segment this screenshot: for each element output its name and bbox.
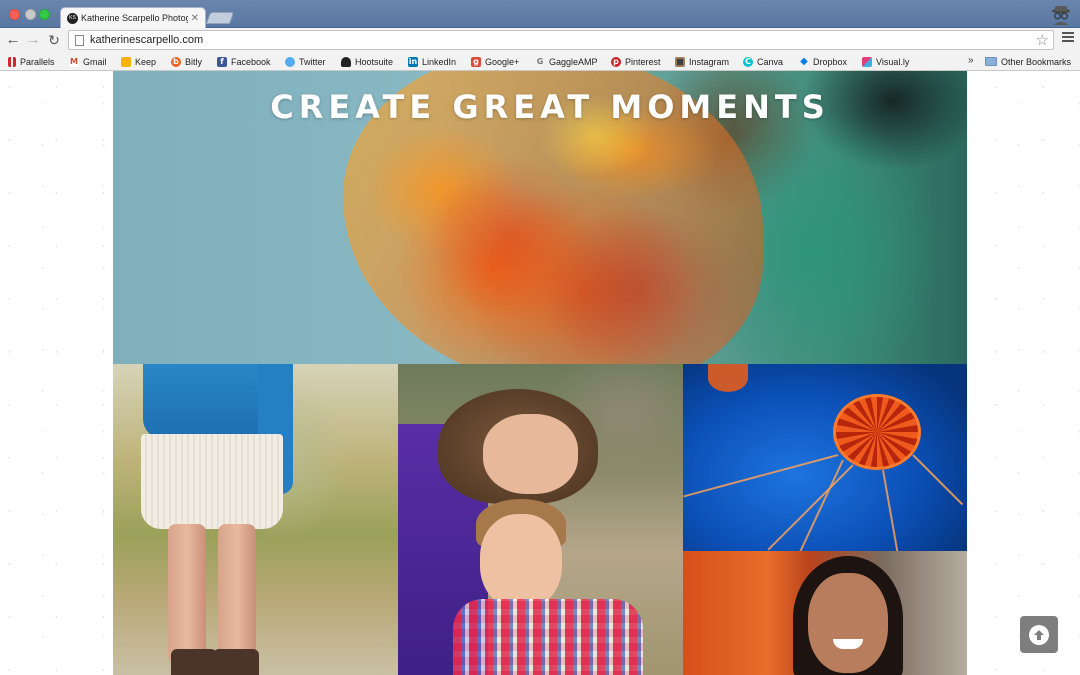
bookmark-facebook[interactable]: f Facebook [217, 55, 271, 68]
dropbox-icon: ◆ [800, 55, 808, 67]
left-leg-shape [168, 524, 206, 664]
other-bookmarks-label: Other Bookmarks [1001, 56, 1072, 67]
other-bookmarks-folder[interactable]: Other Bookmarks [985, 55, 1071, 68]
bookmark-gmail[interactable]: M Gmail [69, 55, 107, 68]
page-icon [75, 35, 84, 46]
bookmark-label: Visual.ly [876, 56, 910, 67]
bookmark-pinterest[interactable]: p Pinterest [611, 55, 661, 68]
bookmarks-bar: Parallels M Gmail Keep b Bitly f Faceboo… [0, 52, 1080, 71]
twitter-icon [285, 56, 295, 67]
boy-face-shape [480, 514, 562, 609]
googleplus-icon: g [471, 56, 481, 67]
smiling-woman-photo[interactable] [683, 551, 967, 675]
reload-icon[interactable]: ↻ [46, 32, 62, 48]
tentacle-shape [912, 454, 964, 506]
address-bar[interactable]: katherinescarpello.com ☆ [68, 30, 1054, 50]
bookmark-instagram[interactable]: Instagram [675, 55, 729, 68]
lace-skirt-shape [141, 434, 283, 529]
new-tab-button[interactable] [205, 12, 235, 24]
bookmarks-overflow-chevron-icon[interactable]: » [968, 55, 974, 66]
left-boot-shape [171, 649, 217, 675]
tentacle-shape [882, 469, 900, 551]
chrome-menu-icon[interactable] [1062, 32, 1074, 48]
close-window-button[interactable] [9, 9, 20, 20]
facebook-icon: f [217, 56, 227, 67]
bookmark-label: Google+ [485, 56, 520, 67]
incognito-profile-icon[interactable] [1050, 4, 1072, 26]
instagram-icon [675, 56, 685, 67]
tab-close-icon[interactable]: ✕ [191, 13, 199, 24]
active-tab[interactable]: KS Katherine Scarpello Photography ✕ [60, 7, 206, 28]
bookmark-label: Gmail [83, 56, 107, 67]
bookmark-label: LinkedIn [422, 56, 457, 67]
hootsuite-icon [341, 56, 351, 67]
tab-title: Katherine Scarpello Photography [81, 13, 188, 23]
minimize-window-button[interactable] [25, 9, 36, 20]
canva-icon: C [743, 56, 753, 67]
bookmark-label: Pinterest [625, 56, 661, 67]
bookmark-hootsuite[interactable]: Hootsuite [341, 55, 393, 68]
bookmark-googleplus[interactable]: g Google+ [471, 55, 519, 68]
linkedin-icon: in [408, 56, 418, 67]
bookmark-visually[interactable]: Visual.ly [862, 55, 909, 68]
zoom-window-button[interactable] [39, 9, 50, 20]
tentacle-shape [683, 454, 839, 498]
girl-face-shape [483, 414, 578, 494]
bookmark-label: GaggleAMP [549, 56, 598, 67]
pinterest-icon: p [611, 56, 621, 67]
bookmark-parallels[interactable]: Parallels [8, 55, 55, 68]
bookmark-label: Bitly [185, 56, 203, 67]
bookmark-label: Keep [135, 56, 157, 67]
bookmark-linkedin[interactable]: in LinkedIn [408, 55, 456, 68]
bookmark-label: Dropbox [813, 56, 848, 67]
bookmark-canva[interactable]: C Canva [743, 55, 783, 68]
parallels-icon [8, 56, 16, 67]
bitly-icon: b [171, 56, 181, 67]
site-favicon-icon: KS [67, 12, 78, 24]
visually-icon [862, 56, 872, 67]
back-arrow-icon[interactable]: ← [5, 32, 21, 48]
gaggleamp-icon: G [536, 56, 544, 66]
bookmark-twitter[interactable]: Twitter [285, 55, 326, 68]
right-boot-shape [213, 649, 259, 675]
keep-icon [121, 56, 131, 67]
bookmark-gaggleamp[interactable]: G GaggleAMP [535, 55, 598, 68]
forward-arrow-icon[interactable]: → [25, 32, 41, 48]
small-jellyfish-shape [708, 364, 748, 392]
browser-titlebar: KS Katherine Scarpello Photography ✕ [0, 0, 1080, 28]
browser-toolbar: ← → ↻ katherinescarpello.com ☆ [0, 28, 1080, 52]
girl-in-skirt-photo[interactable] [113, 364, 398, 675]
bookmark-label: Instagram [689, 56, 730, 67]
bookmark-label: Hootsuite [355, 56, 394, 67]
plaid-shirt-shape [453, 599, 643, 675]
bookmark-label: Parallels [20, 56, 55, 67]
right-leg-shape [218, 524, 256, 664]
url-text[interactable]: katherinescarpello.com [90, 34, 203, 46]
bookmark-dropbox[interactable]: ◆ Dropbox [799, 55, 847, 68]
folder-icon [985, 57, 997, 66]
bookmark-keep[interactable]: Keep [121, 55, 156, 68]
tentacle-shape [767, 464, 854, 551]
bookmark-label: Twitter [299, 56, 326, 67]
arrow-up-circle-icon [1029, 624, 1049, 645]
woman-face-shape [808, 573, 888, 673]
hero-title: CREATE GREAT MOMENTS [270, 88, 830, 126]
jellyfish-bell-shape [833, 394, 921, 470]
jellyfish-photo[interactable] [683, 364, 967, 551]
gmail-icon: M [69, 56, 79, 67]
scroll-to-top-button[interactable] [1020, 616, 1058, 653]
bookmark-label: Facebook [231, 56, 271, 67]
hero-banner-photo: CREATE GREAT MOMENTS [113, 71, 967, 364]
siblings-portrait-photo[interactable] [398, 364, 683, 675]
bookmark-bitly[interactable]: b Bitly [171, 55, 202, 68]
bookmark-star-icon[interactable]: ☆ [1036, 31, 1049, 49]
bookmark-label: Canva [757, 56, 784, 67]
